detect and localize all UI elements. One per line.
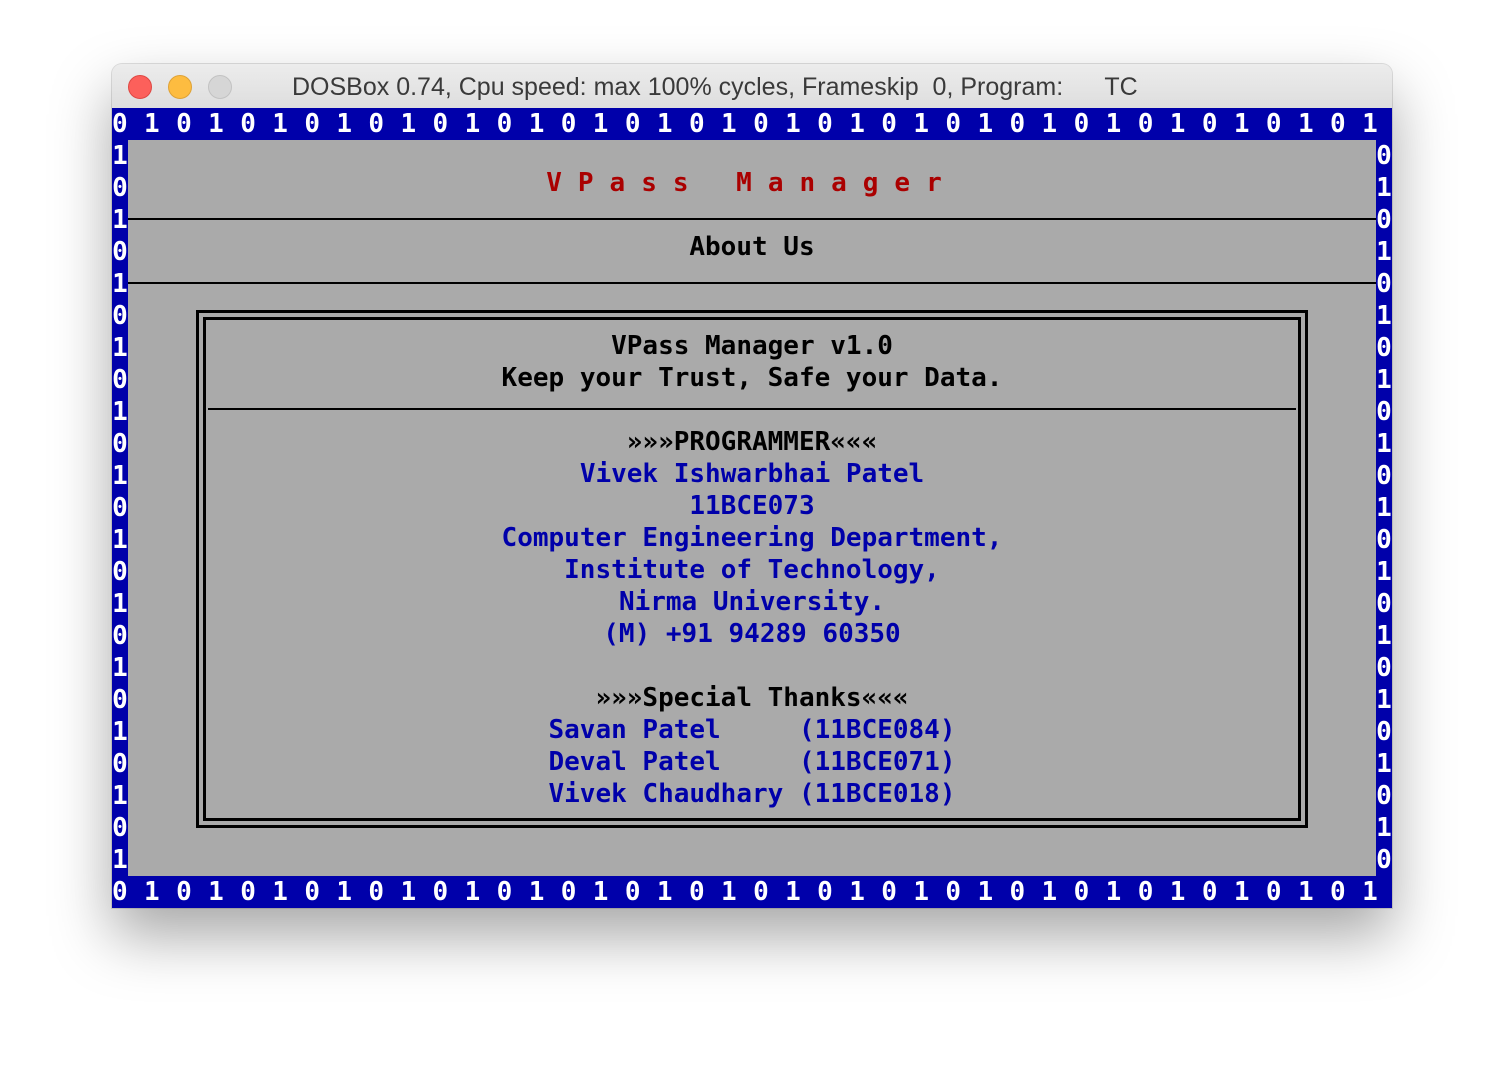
- border-right-digit: 1: [1376, 237, 1392, 267]
- border-left-digit: 1: [112, 333, 128, 363]
- border-right-digit: 1: [1376, 557, 1392, 587]
- header-divider: [128, 218, 1376, 220]
- border-left-digit: 1: [112, 269, 128, 299]
- product-name: VPass Manager v1.0: [611, 331, 893, 361]
- border-right-digit: 0: [1376, 845, 1392, 875]
- window-titlebar[interactable]: DOSBox 0.74, Cpu speed: max 100% cycles,…: [112, 64, 1392, 109]
- border-right-digit: 1: [1376, 813, 1392, 843]
- border-left-digit: 0: [112, 173, 128, 203]
- window-title: DOSBox 0.74, Cpu speed: max 100% cycles,…: [292, 73, 1138, 101]
- border-right-digit: 0: [1376, 205, 1392, 235]
- border-right-digit: 1: [1376, 301, 1392, 331]
- border-left-digit: 1: [112, 653, 128, 683]
- border-left-digit: 0: [112, 237, 128, 267]
- border-left-digit: 0: [112, 493, 128, 523]
- border-left-digit: 0: [112, 749, 128, 779]
- border-right-digit: 1: [1376, 173, 1392, 203]
- thanks-item: Savan Patel (11BCE084): [548, 715, 956, 745]
- border-right-digit: 1: [1376, 365, 1392, 395]
- programmer-id: 11BCE073: [689, 491, 815, 521]
- border-left-digit: 1: [112, 845, 128, 875]
- dosbox-window: DOSBox 0.74, Cpu speed: max 100% cycles,…: [112, 64, 1392, 908]
- app-title: VPass Manager: [546, 168, 958, 198]
- border-right-digit: 1: [1376, 493, 1392, 523]
- binary-border-right: 01010101010101010101010: [1376, 140, 1392, 876]
- mobile-number: (M) +91 94289 60350: [603, 619, 901, 649]
- programmer-name: Vivek Ishwarbhai Patel: [579, 459, 925, 489]
- dos-screen[interactable]: 0101010101010101010101010101010101010101…: [112, 108, 1392, 908]
- border-right-digit: 0: [1376, 269, 1392, 299]
- border-left-digit: 1: [112, 141, 128, 171]
- thanks-item: Deval Patel (11BCE071): [548, 747, 956, 777]
- border-left-digit: 0: [112, 685, 128, 715]
- border-left-digit: 0: [112, 365, 128, 395]
- border-left-digit: 1: [112, 205, 128, 235]
- programmer-heading: »»»PROGRAMMER«««: [626, 427, 878, 457]
- binary-border-top: 0101010101010101010101010101010101010101…: [112, 108, 1392, 140]
- border-left-digit: 0: [112, 301, 128, 331]
- border-right-digit: 0: [1376, 333, 1392, 363]
- border-right-digit: 1: [1376, 685, 1392, 715]
- binary-border-left: 10101010101010101010101: [112, 140, 128, 876]
- border-left-digit: 1: [112, 461, 128, 491]
- tagline: Keep your Trust, Safe your Data.: [501, 363, 1003, 393]
- border-right-digit: 0: [1376, 589, 1392, 619]
- border-right-digit: 0: [1376, 461, 1392, 491]
- border-right-digit: 0: [1376, 781, 1392, 811]
- border-right-digit: 0: [1376, 397, 1392, 427]
- border-right-digit: 0: [1376, 717, 1392, 747]
- border-left-digit: 1: [112, 589, 128, 619]
- border-right-digit: 1: [1376, 429, 1392, 459]
- minimize-button[interactable]: [168, 75, 192, 99]
- border-right-digit: 0: [1376, 653, 1392, 683]
- close-button[interactable]: [128, 75, 152, 99]
- thanks-heading: »»»Special Thanks«««: [595, 683, 909, 713]
- border-right-digit: 1: [1376, 749, 1392, 779]
- border-left-digit: 1: [112, 781, 128, 811]
- zoom-button[interactable]: [208, 75, 232, 99]
- thanks-item: Vivek Chaudhary (11BCE018): [548, 779, 956, 809]
- border-left-digit: 1: [112, 397, 128, 427]
- border-left-digit: 0: [112, 621, 128, 651]
- section-divider: [128, 282, 1376, 284]
- border-right-digit: 0: [1376, 525, 1392, 555]
- border-left-digit: 1: [112, 717, 128, 747]
- border-right-digit: 0: [1376, 141, 1392, 171]
- institute: Institute of Technology,: [564, 555, 940, 585]
- border-left-digit: 0: [112, 813, 128, 843]
- border-left-digit: 0: [112, 557, 128, 587]
- border-left-digit: 0: [112, 429, 128, 459]
- binary-border-bottom: 0101010101010101010101010101010101010101…: [112, 876, 1392, 908]
- university: Nirma University.: [618, 587, 886, 617]
- about-box-divider: [208, 408, 1296, 410]
- section-title: About Us: [689, 232, 815, 262]
- border-left-digit: 1: [112, 525, 128, 555]
- border-right-digit: 1: [1376, 621, 1392, 651]
- department: Computer Engineering Department,: [501, 523, 1003, 553]
